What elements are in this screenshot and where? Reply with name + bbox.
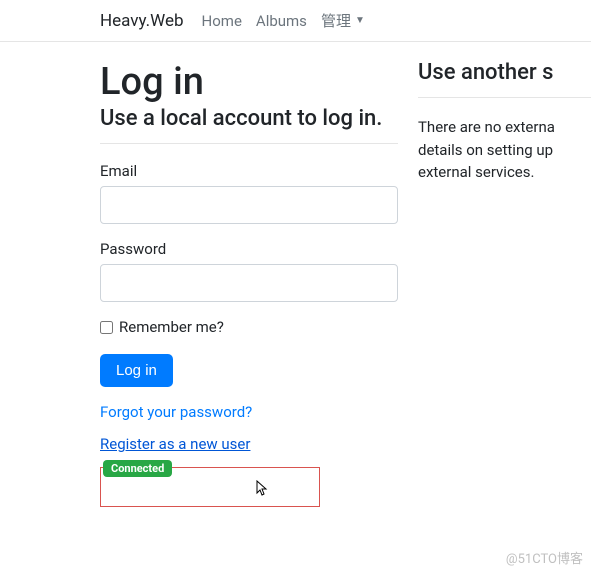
login-subheading: Use a local account to log in. [100, 106, 398, 131]
divider [418, 97, 591, 98]
divider [100, 143, 398, 144]
email-label: Email [100, 162, 398, 180]
login-button[interactable]: Log in [100, 354, 173, 387]
remember-label: Remember me? [119, 318, 224, 336]
external-text: There are no externa details on setting … [418, 116, 591, 184]
status-box: Connected [100, 467, 320, 507]
navbar: Heavy.Web Home Albums 管理 ▼ [0, 0, 591, 42]
email-field[interactable] [100, 186, 398, 224]
nav-dropdown-label: 管理 [321, 10, 351, 31]
status-badge: Connected [103, 460, 172, 477]
main-container: Log in Use a local account to log in. Em… [0, 42, 591, 507]
login-column: Log in Use a local account to log in. Em… [100, 60, 418, 507]
caret-down-icon: ▼ [355, 15, 365, 26]
page-title: Log in [100, 60, 398, 104]
external-heading: Use another s [418, 60, 591, 85]
password-label: Password [100, 240, 398, 258]
nav-dropdown-manage[interactable]: 管理 ▼ [321, 10, 365, 31]
remember-checkbox[interactable] [100, 321, 113, 334]
nav-link-albums[interactable]: Albums [256, 12, 307, 30]
navbar-brand[interactable]: Heavy.Web [100, 11, 184, 31]
watermark: @51CTO博客 [506, 548, 583, 567]
email-group: Email [100, 162, 398, 224]
external-column: Use another s There are no externa detai… [418, 60, 591, 507]
password-field[interactable] [100, 264, 398, 302]
password-group: Password [100, 240, 398, 302]
remember-group: Remember me? [100, 318, 398, 336]
register-link[interactable]: Register as a new user [100, 435, 398, 453]
forgot-password-link[interactable]: Forgot your password? [100, 403, 398, 421]
nav-link-home[interactable]: Home [202, 12, 242, 30]
